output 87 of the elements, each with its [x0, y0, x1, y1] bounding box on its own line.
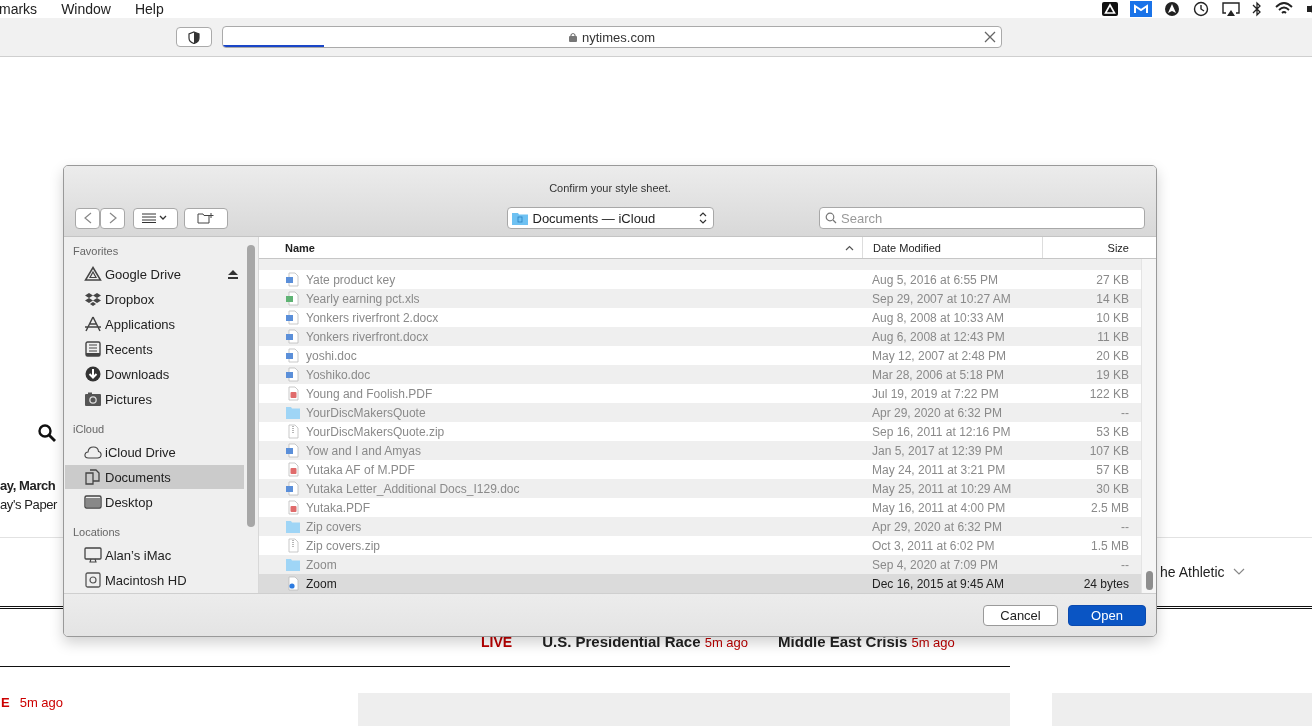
- camera-icon: [84, 391, 102, 407]
- download-icon: [84, 366, 102, 382]
- news-link[interactable]: U.S. Presidential Race 5m ago: [542, 633, 749, 650]
- pdf-icon: [285, 462, 301, 477]
- chevron-down-icon: [1232, 568, 1245, 576]
- shield-icon: [188, 30, 200, 44]
- sidebar-heading: Locations: [72, 525, 122, 540]
- word-document-icon: [285, 272, 301, 287]
- up-down-arrows-icon: [698, 211, 707, 225]
- search-field[interactable]: Search: [819, 207, 1145, 229]
- drive-icon: [84, 266, 102, 282]
- folder-icon: [285, 519, 301, 534]
- todays-paper-link[interactable]: ay's Paper: [0, 497, 57, 512]
- open-button[interactable]: Open: [1068, 604, 1146, 626]
- back-button[interactable]: [75, 207, 100, 229]
- menu-item[interactable]: Window: [61, 1, 111, 17]
- cancel-button[interactable]: Cancel: [983, 604, 1058, 626]
- column-header[interactable]: Size: [1043, 237, 1141, 258]
- eject-icon[interactable]: [228, 269, 238, 279]
- column-header[interactable]: Name: [259, 237, 863, 258]
- privacy-button[interactable]: [176, 27, 212, 47]
- chevron-left-icon: [83, 212, 92, 224]
- drive-icon[interactable]: [1102, 2, 1118, 16]
- news-link[interactable]: Middle East Crisis 5m ago: [778, 633, 955, 650]
- section-link[interactable]: he Athletic: [1160, 564, 1245, 580]
- pdf-icon: [285, 500, 301, 515]
- sidebar-item[interactable]: Documents: [65, 465, 244, 489]
- sidebar-item[interactable]: Recents: [65, 337, 244, 361]
- sidebar-heading: Favorites: [72, 244, 120, 259]
- word-document-icon: [285, 481, 301, 496]
- sidebar-item[interactable]: Applications: [65, 312, 244, 336]
- new-folder-button[interactable]: [184, 207, 228, 229]
- sidebar-item[interactable]: iCloud Drive: [65, 440, 244, 464]
- column-header[interactable]: Date Modified: [863, 237, 1043, 258]
- sidebar-item[interactable]: Google Drive: [65, 262, 244, 286]
- forward-button[interactable]: [100, 207, 125, 229]
- sidebar-item[interactable]: Pictures: [65, 387, 244, 411]
- location-dropdown[interactable]: Documents — iCloud: [506, 207, 714, 229]
- new-folder-icon: [197, 212, 215, 224]
- file-row[interactable]: Zoom Dec 16, 2015 at 9:45 AM 24 bytes: [259, 574, 1141, 593]
- pdf-icon: [285, 386, 301, 401]
- zip-file-icon: [285, 538, 301, 553]
- sidebar-item[interactable]: Dropbox: [65, 287, 244, 311]
- documents-icon: [84, 469, 102, 485]
- close-icon[interactable]: [984, 31, 996, 43]
- lock-icon: [569, 32, 577, 42]
- search-icon[interactable]: [38, 424, 56, 442]
- scrollbar-thumb[interactable]: [247, 245, 255, 527]
- cloud-icon: [84, 444, 102, 460]
- airplay-icon[interactable]: [1222, 1, 1240, 17]
- document-icon: [285, 576, 301, 591]
- live-label: LIVE: [481, 633, 513, 650]
- folder-icon: [285, 405, 301, 420]
- menu-item[interactable]: marks: [0, 1, 38, 17]
- navigation-icon[interactable]: [1164, 1, 1180, 17]
- word-document-icon: [285, 329, 301, 344]
- recents-icon: [84, 341, 102, 357]
- view-options-button[interactable]: [133, 207, 178, 229]
- applications-icon: [84, 316, 102, 332]
- computer-icon: [84, 547, 102, 563]
- folder-icon: [511, 211, 528, 225]
- url-text: nytimes.com: [582, 29, 655, 45]
- word-document-icon: [285, 367, 301, 382]
- sidebar-item[interactable]: Downloads: [65, 362, 244, 386]
- desktop-icon: [84, 494, 102, 510]
- date-text: ay, March: [0, 478, 56, 493]
- live-label: E: [1, 695, 10, 712]
- sidebar-item[interactable]: Macintosh HD: [65, 568, 244, 592]
- dialog-title: Confirm your style sheet.: [548, 181, 672, 196]
- scrollbar-thumb[interactable]: [1146, 571, 1153, 590]
- timestamp: 5m ago: [19, 695, 64, 712]
- sidebar-item[interactable]: Alan’s iMac: [65, 543, 244, 567]
- chevron-right-icon: [108, 212, 117, 224]
- sidebar-item[interactable]: Desktop: [65, 490, 244, 514]
- clock-icon[interactable]: [1192, 1, 1210, 17]
- dropbox-icon: [84, 291, 102, 307]
- menu-item[interactable]: Help: [134, 1, 164, 17]
- word-document-icon: [285, 310, 301, 325]
- folder-icon: [285, 557, 301, 572]
- spreadsheet-icon: [285, 291, 301, 306]
- word-document-icon: [285, 443, 301, 458]
- word-document-icon: [285, 348, 301, 363]
- bluetooth-icon[interactable]: [1252, 1, 1262, 17]
- zip-file-icon: [285, 424, 301, 439]
- search-icon: [825, 212, 837, 224]
- sidebar-heading: iCloud: [72, 422, 106, 437]
- address-bar[interactable]: nytimes.com: [222, 26, 1002, 48]
